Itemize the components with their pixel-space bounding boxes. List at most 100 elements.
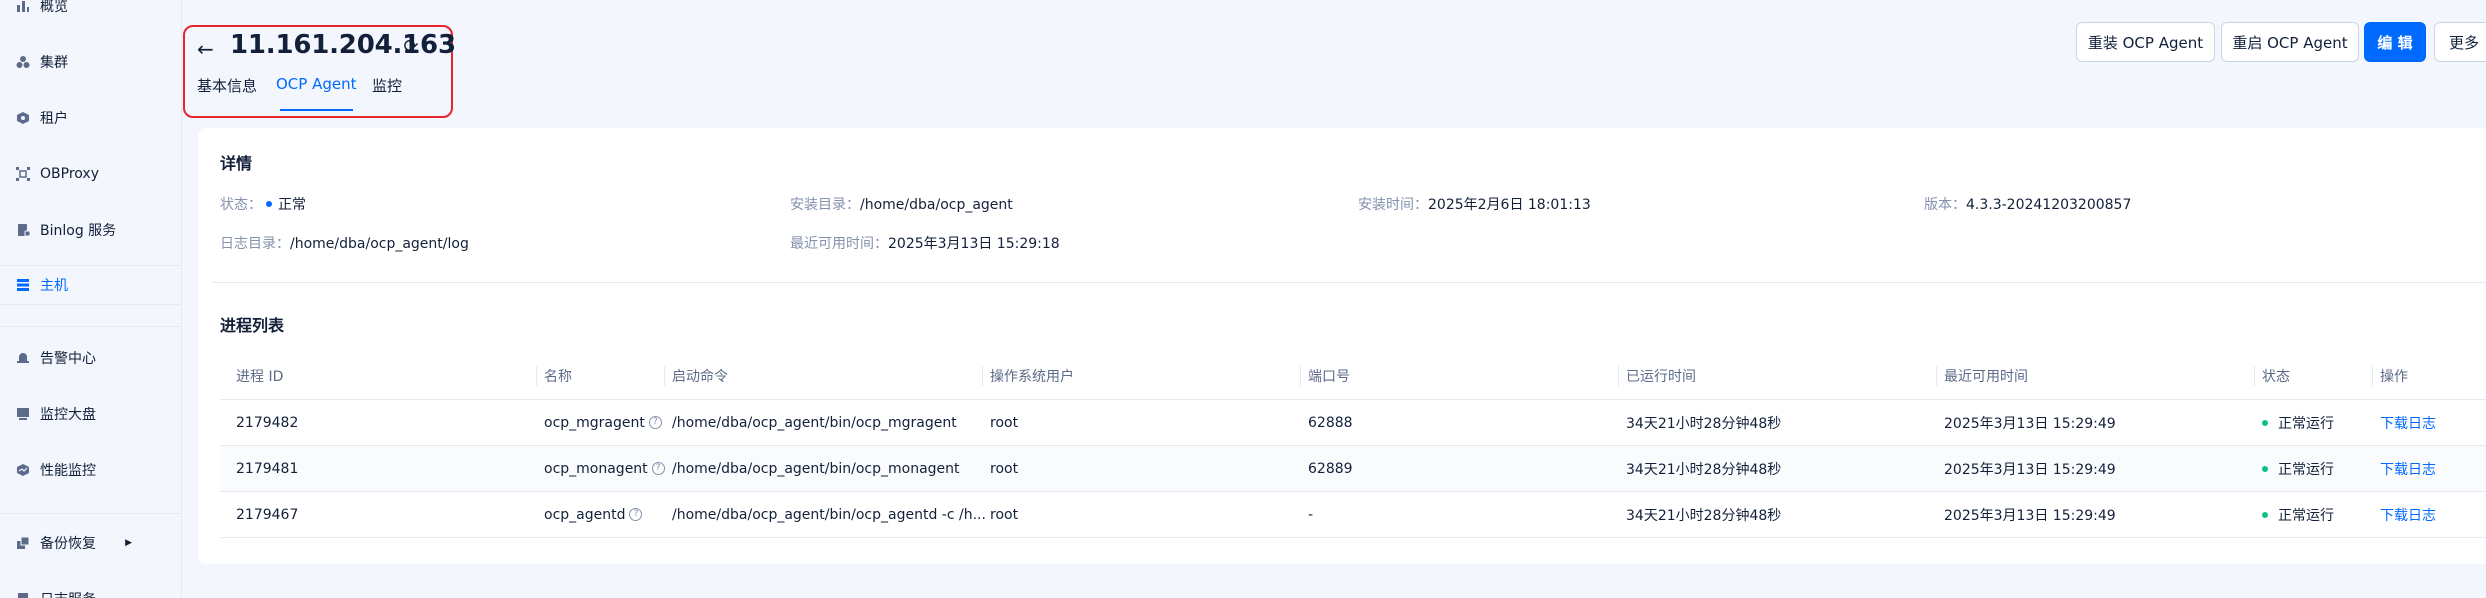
download-log-link[interactable]: 下载日志 xyxy=(2380,400,2436,445)
version-label: 版本： xyxy=(1924,197,1966,213)
sidebar-divider xyxy=(0,326,182,327)
status-label: 状态： xyxy=(220,197,262,213)
more-button[interactable]: 更多 xyxy=(2434,22,2486,62)
reinstall-agent-button[interactable]: 重装 OCP Agent xyxy=(2076,22,2215,62)
cell-port: 62889 xyxy=(1308,460,1353,477)
cell-os-user: root xyxy=(990,506,1019,523)
sidebar-item-binlog[interactable]: Binlog 服务 xyxy=(0,210,182,250)
sidebar-item-label: 日志服务 xyxy=(40,589,96,598)
cluster-icon xyxy=(16,55,30,69)
sidebar-item-log[interactable]: 日志服务 xyxy=(0,579,182,598)
column-header-os-user: 操作系统用户 xyxy=(990,368,1074,385)
status-value: 正常 xyxy=(278,197,306,213)
sidebar-item-cluster[interactable]: 集群 xyxy=(0,42,182,82)
edit-button[interactable]: 编 辑 xyxy=(2364,22,2426,62)
cell-command: /home/dba/ocp_agent/bin/ocp_monagent xyxy=(672,460,960,477)
backup-icon xyxy=(16,536,30,550)
table-row: 2179482 ocp_mgragent? /home/dba/ocp_agen… xyxy=(220,400,2486,446)
table-row: 2179481 ocp_monagent? /home/dba/ocp_agen… xyxy=(220,446,2486,492)
last-available-value: 2025年3月13日 15:29:18 xyxy=(888,236,1060,252)
cell-command: /home/dba/ocp_agent/bin/ocp_agentd -c /h… xyxy=(672,506,986,523)
sidebar-item-label: 性能监控 xyxy=(40,463,96,479)
install-time-label: 安装时间： xyxy=(1358,197,1428,213)
sidebar-item-overview[interactable]: 概览 xyxy=(0,0,182,26)
column-header-uptime: 已运行时间 xyxy=(1626,368,1696,385)
restart-agent-button[interactable]: 重启 OCP Agent xyxy=(2221,22,2359,62)
proxy-icon xyxy=(16,167,30,181)
cell-last-available: 2025年3月13日 15:29:49 xyxy=(1944,461,2116,478)
log-icon xyxy=(16,592,30,598)
column-header-last-available: 最近可用时间 xyxy=(1944,368,2028,385)
sidebar-item-performance[interactable]: 性能监控 xyxy=(0,450,182,490)
running-dot-icon xyxy=(2262,465,2268,472)
cell-name: ocp_agentd? xyxy=(544,492,643,537)
table-header: 进程 ID 名称 启动命令 操作系统用户 端口号 已运行时间 最近可用时间 状态… xyxy=(220,352,2486,400)
sidebar-item-dashboard[interactable]: 监控大盘 xyxy=(0,394,182,434)
column-header-port: 端口号 xyxy=(1308,368,1350,385)
sidebar: 概览 集群 租户 OBProxy Binlog 服务 主机 告警中心 监控大盘 … xyxy=(0,0,182,598)
process-list-title: 进程列表 xyxy=(220,316,285,335)
cell-port: - xyxy=(1308,506,1314,523)
running-dot-icon xyxy=(2262,419,2268,426)
running-dot-icon xyxy=(2262,511,2268,518)
sidebar-item-label: 集群 xyxy=(40,55,68,71)
sidebar-item-label: 租户 xyxy=(40,111,68,127)
cell-os-user: root xyxy=(990,414,1019,431)
table-row: 2179467 ocp_agentd? /home/dba/ocp_agent/… xyxy=(220,492,2486,538)
install-dir-value: /home/dba/ocp_agent xyxy=(860,197,1013,213)
sidebar-item-label: 概览 xyxy=(40,0,68,15)
sidebar-item-backup[interactable]: 备份恢复 ▶ xyxy=(0,523,182,563)
back-arrow-icon[interactable]: ← xyxy=(197,37,221,61)
sidebar-item-tenant[interactable]: 租户 xyxy=(0,98,182,138)
sidebar-item-label: 告警中心 xyxy=(40,351,96,367)
cell-os-user: root xyxy=(990,460,1019,477)
status-dot-icon xyxy=(266,201,272,207)
cell-name: ocp_mgragent? xyxy=(544,400,662,445)
sidebar-item-label: 备份恢复 xyxy=(40,536,96,552)
download-log-link[interactable]: 下载日志 xyxy=(2380,492,2436,537)
status-text: 正常运行 xyxy=(2278,461,2334,478)
cell-status: 正常运行 xyxy=(2262,400,2334,445)
cell-port: 62888 xyxy=(1308,414,1353,431)
column-separator xyxy=(1936,366,1937,386)
cell-pid: 2179467 xyxy=(236,506,299,523)
version-value: 4.3.3-20241203200857 xyxy=(1966,197,2132,213)
status-text: 正常运行 xyxy=(2278,507,2334,524)
version-field: 版本：4.3.3-20241203200857 xyxy=(1924,194,2131,214)
download-log-link[interactable]: 下载日志 xyxy=(2380,446,2436,491)
sidebar-item-label: Binlog 服务 xyxy=(40,223,117,239)
sidebar-item-host[interactable]: 主机 xyxy=(0,265,182,305)
expand-arrow-icon[interactable]: ▶ xyxy=(125,538,132,548)
install-time-value: 2025年2月6日 18:01:13 xyxy=(1428,197,1591,213)
column-separator xyxy=(1300,366,1301,386)
cell-pid: 2179482 xyxy=(236,414,299,431)
sidebar-item-alarm[interactable]: 告警中心 xyxy=(0,338,182,378)
cell-pid: 2179481 xyxy=(236,460,299,477)
column-header-action: 操作 xyxy=(2380,368,2408,385)
sidebar-divider xyxy=(0,513,182,514)
column-separator xyxy=(1618,366,1619,386)
refresh-icon[interactable]: ⟳ xyxy=(400,36,422,58)
section-divider xyxy=(212,282,2486,283)
install-dir-field: 安装目录：/home/dba/ocp_agent xyxy=(790,194,1013,214)
tab-basic-info[interactable]: 基本信息 xyxy=(197,75,257,107)
column-header-command: 启动命令 xyxy=(672,368,728,385)
process-name: ocp_agentd xyxy=(544,506,626,523)
help-icon[interactable]: ? xyxy=(629,508,643,521)
host-header-highlight: ← 11.161.204.163 ⟳ 基本信息 OCP Agent 监控 xyxy=(183,25,456,118)
tab-ocp-agent[interactable]: OCP Agent xyxy=(276,75,357,111)
sidebar-item-label: 主机 xyxy=(40,278,68,294)
column-header-pid: 进程 ID xyxy=(236,368,284,385)
column-header-status: 状态 xyxy=(2262,368,2290,385)
help-icon[interactable]: ? xyxy=(651,462,665,475)
cell-status: 正常运行 xyxy=(2262,446,2334,491)
tab-monitor[interactable]: 监控 xyxy=(372,75,402,107)
help-icon[interactable]: ? xyxy=(648,416,662,429)
sidebar-item-obproxy[interactable]: OBProxy xyxy=(0,154,182,194)
column-separator xyxy=(664,366,665,386)
last-available-label: 最近可用时间： xyxy=(790,236,888,252)
cell-uptime: 34天21小时28分钟48秒 xyxy=(1626,415,1782,432)
app-root: 概览 集群 租户 OBProxy Binlog 服务 主机 告警中心 监控大盘 … xyxy=(0,0,2486,598)
process-name: ocp_monagent xyxy=(544,460,648,477)
cell-name: ocp_monagent? xyxy=(544,446,665,491)
